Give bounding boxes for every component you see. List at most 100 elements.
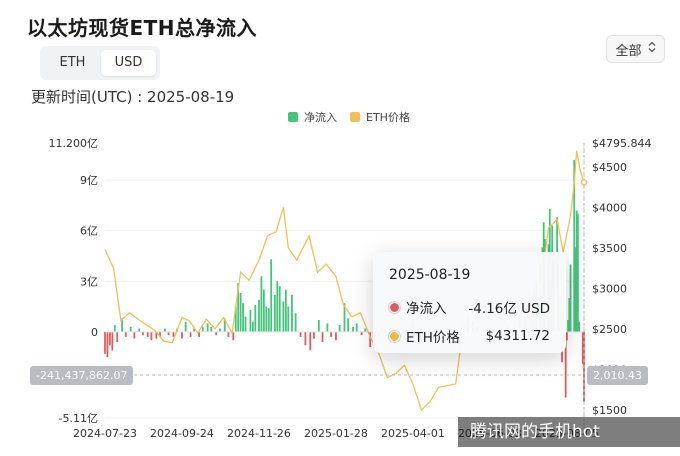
netflow-bar (304, 331, 307, 346)
netflow-bar (242, 303, 244, 332)
netflow-bar (355, 323, 358, 332)
netflow-bar (181, 331, 183, 339)
netflow-bar (282, 301, 285, 332)
netflow-bar (184, 321, 187, 332)
netflow-bar (150, 331, 153, 341)
netflow-bar (138, 328, 141, 332)
netflow-bar (116, 331, 119, 342)
netflow-bar (360, 331, 363, 336)
netflow-bar (309, 331, 312, 351)
netflow-bar (352, 326, 354, 332)
netflow-bar (124, 331, 127, 337)
netflow-bar (163, 328, 166, 332)
y-left-tick: 3亿 (80, 275, 98, 288)
netflow-bar (313, 331, 315, 339)
y-left-tick: -5.11亿 (59, 412, 98, 425)
netflow-bar (129, 326, 132, 332)
y-left-tick: 6亿 (80, 225, 98, 238)
netflow-bar (106, 331, 109, 358)
netflow-bar (347, 318, 350, 332)
crosshair-right-label: 2,010.43 (587, 366, 648, 385)
tooltip-price-label: ETH价格 (406, 330, 460, 346)
watermark: 腾讯网的手机hot (458, 417, 680, 447)
netflow-bar (260, 276, 263, 332)
netflow-bar (108, 331, 111, 346)
netflow-bar (262, 289, 265, 332)
netflow-bar (227, 331, 230, 337)
netflow-bar (278, 286, 281, 332)
netflow-bar (291, 294, 293, 332)
netflow-bar (294, 313, 297, 332)
y-right-tick: $4795.844 (592, 137, 652, 150)
netflow-bar (249, 309, 252, 332)
y-right-tick: $1500 (592, 404, 627, 417)
netflow-bar (321, 331, 324, 342)
legend-label-price: ETH价格 (366, 110, 410, 124)
y-left-tick: 11.200亿 (49, 137, 99, 150)
x-tick: 2024-07-23 (73, 427, 137, 440)
legend-label-netflow: 净流入 (304, 110, 337, 124)
netflow-bar (113, 325, 116, 332)
price-dot-icon (389, 330, 400, 342)
netflow-bar (270, 259, 273, 332)
netflow-bar (273, 294, 276, 332)
netflow-bar (326, 323, 329, 332)
netflow-bar (576, 213, 579, 332)
netflow-bar (265, 306, 268, 332)
netflow-bar (215, 331, 218, 336)
crosshair-left-label: -241,437,862.07 (30, 366, 134, 385)
tooltip-price-value: $4311.72 (485, 328, 550, 344)
netflow-bar (276, 281, 279, 332)
hover-price-marker (580, 178, 588, 186)
x-tick: 2025-01-28 (304, 427, 368, 440)
y-right-tick: $3000 (592, 282, 627, 295)
netflow-bar (189, 331, 192, 337)
chart-tooltip: 2025-08-19 净流入 -4.16亿 USD ETH价格 $4311.72 (373, 252, 566, 353)
y-left-tick: 0 (91, 326, 98, 339)
tooltip-row-price: ETH价格 $4311.72 (389, 326, 550, 346)
netflow-bar (578, 321, 581, 332)
y-right-tick: $2500 (592, 323, 627, 336)
netflow-bar (299, 331, 302, 337)
netflow-bar (330, 331, 332, 337)
netflow-bar (284, 289, 287, 332)
netflow-bar (258, 299, 260, 332)
netflow-bar (338, 325, 341, 332)
netflow-bar (244, 316, 247, 332)
netflow-bar (210, 326, 213, 332)
y-right-tick: $3500 (592, 242, 627, 255)
y-right-tick: $4500 (592, 161, 627, 174)
netflow-bar (167, 331, 170, 336)
netflow-bar (111, 331, 114, 351)
x-tick: 2025-04-01 (381, 427, 445, 440)
netflow-bar (565, 331, 568, 341)
netflow-bar (172, 331, 175, 337)
netflow-bar (569, 264, 572, 332)
tooltip-netflow-value: -4.16亿 USD (468, 301, 550, 317)
netflow-bar (146, 331, 149, 337)
tooltip-row-netflow: 净流入 -4.16亿 USD (389, 297, 550, 317)
y-left-tick: 9亿 (80, 174, 98, 187)
netflow-bar (251, 321, 254, 332)
netflow-bar (104, 331, 106, 354)
netflow-bar (364, 328, 367, 332)
netflow-bar (133, 331, 136, 339)
netflow-bar (141, 331, 144, 336)
y-right-tick: $4000 (592, 201, 627, 214)
legend-swatch-netflow (288, 112, 298, 122)
netflow-bar (239, 293, 242, 332)
netflow-bar (201, 326, 204, 332)
netflow-bar (267, 308, 270, 332)
netflow-bar (218, 328, 221, 332)
tooltip-date: 2025-08-19 (389, 267, 471, 283)
netflow-bar (206, 323, 209, 332)
tooltip-netflow-label: 净流入 (406, 301, 447, 317)
flow-chart: 净流入ETH价格-5.11亿03亿6亿9亿11.200亿$1500$2000$2… (49, 110, 652, 440)
netflow-bar (254, 304, 257, 332)
netflow-bar (317, 320, 320, 332)
netflow-dot-icon (389, 301, 400, 313)
x-tick: 2024-11-26 (227, 427, 291, 440)
x-tick: 2024-09-24 (150, 427, 214, 440)
legend-swatch-price (350, 112, 360, 122)
netflow-bar (335, 331, 337, 341)
